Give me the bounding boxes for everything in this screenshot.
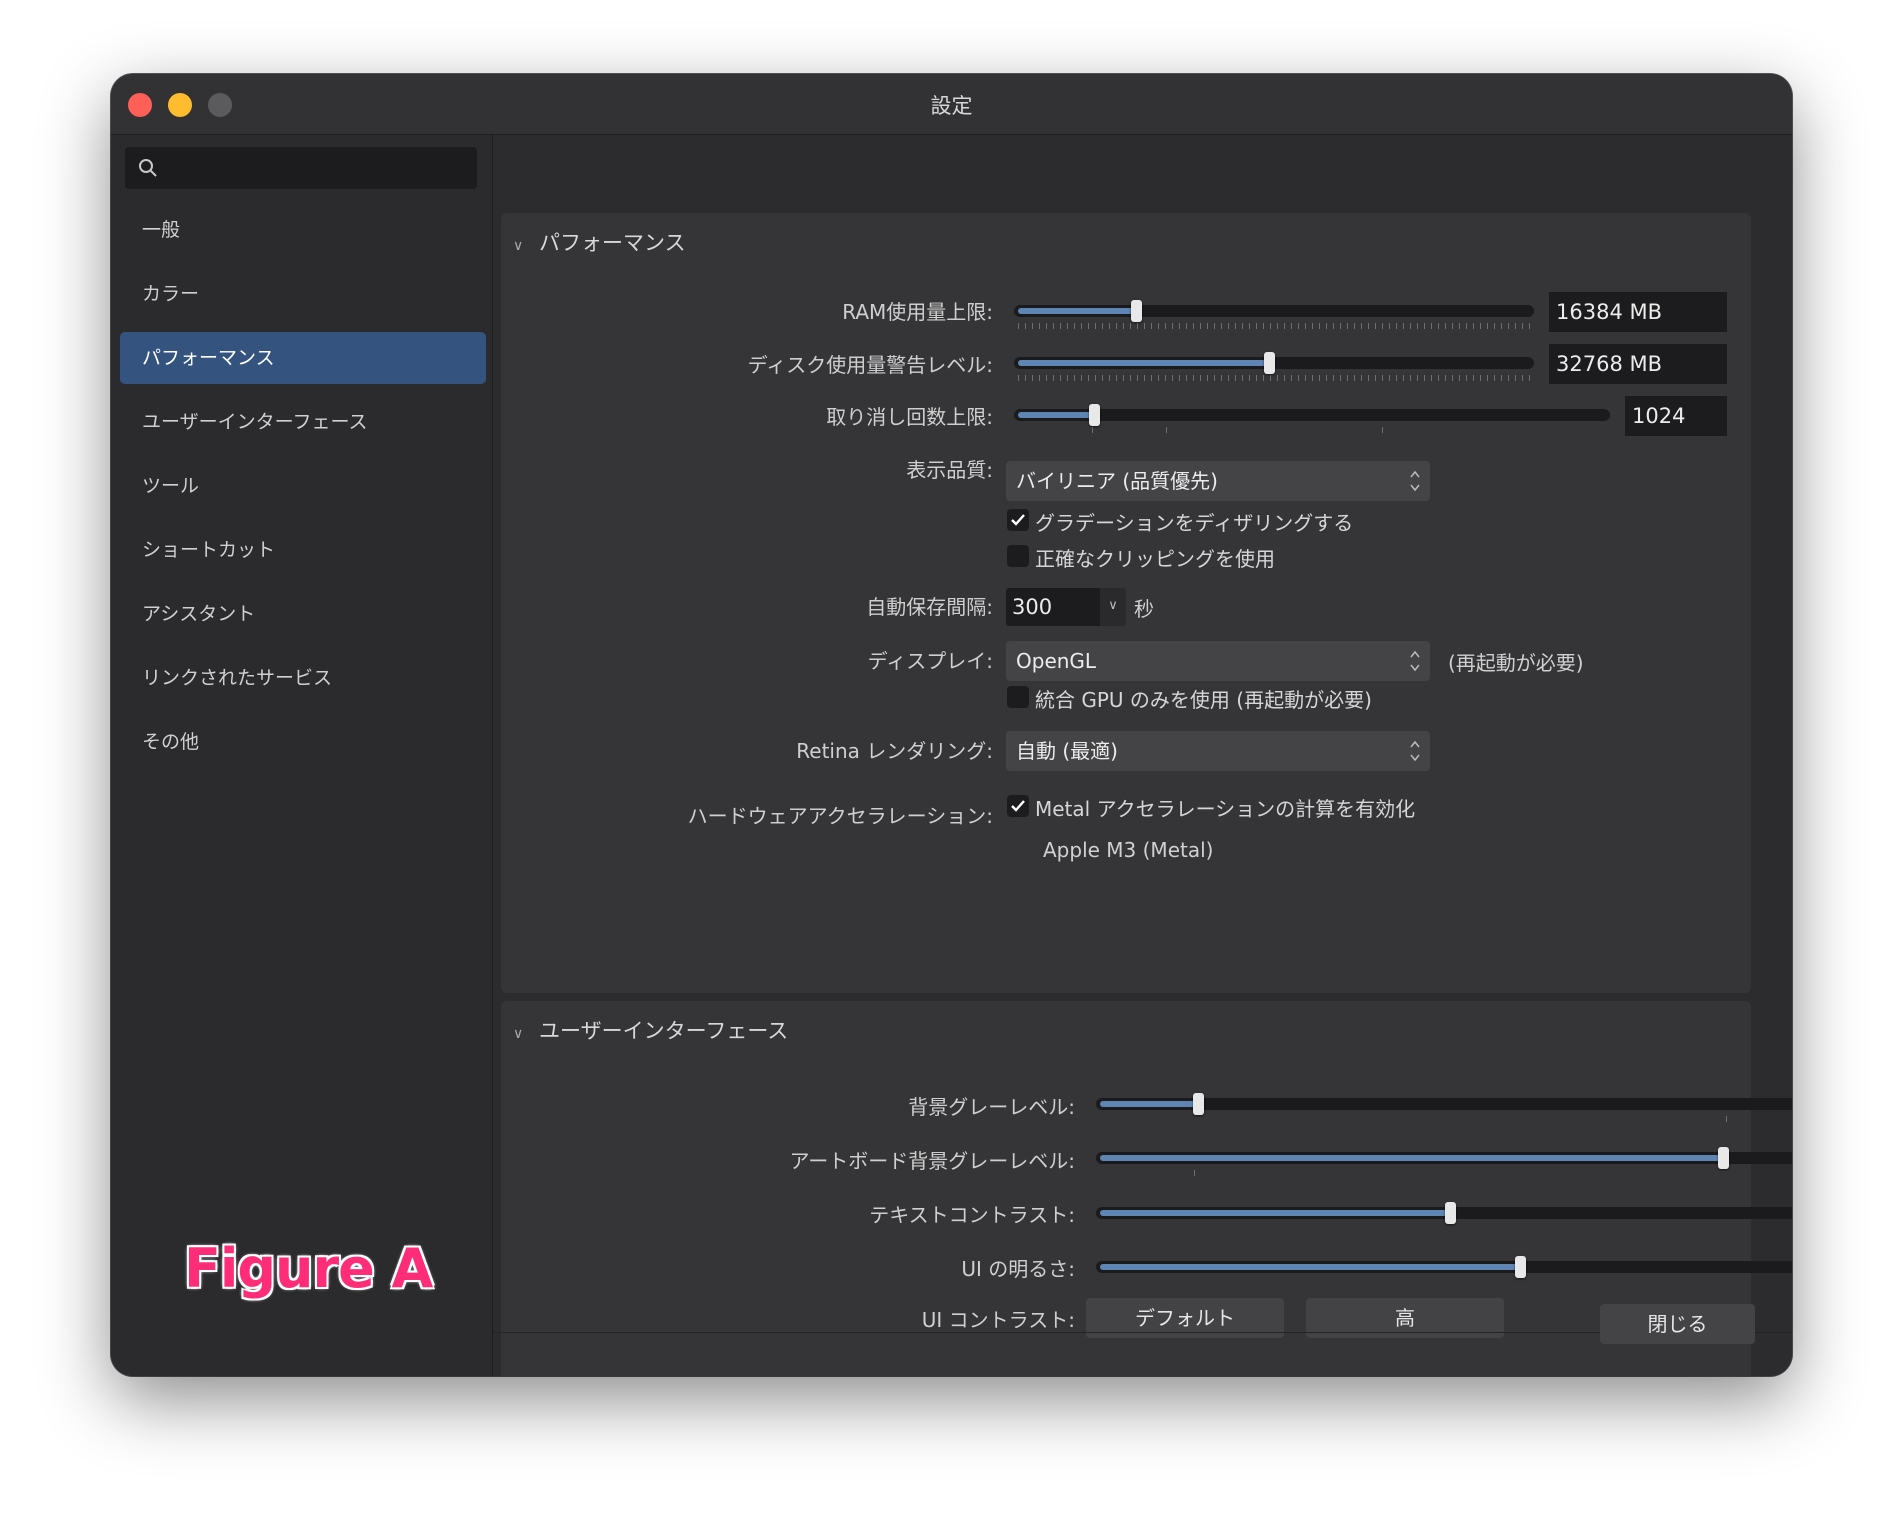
background-gray-label: 背景グレーレベル: — [908, 1095, 1075, 1119]
slider-tick — [1382, 427, 1383, 433]
sidebar-item-linked-services[interactable]: リンクされたサービス — [120, 652, 486, 704]
dither-checkbox[interactable] — [1007, 509, 1029, 531]
metal-acceleration-label[interactable]: Metal アクセラレーションの計算を有効化 — [1035, 793, 1415, 822]
hardware-acceleration-label: ハードウェアアクセラレーション: — [687, 804, 993, 828]
sidebar-item-assistant[interactable]: アシスタント — [120, 588, 486, 640]
slider-tick — [1166, 427, 1167, 433]
checkmark-icon — [1011, 800, 1025, 812]
display-quality-label: 表示品質: — [906, 458, 993, 482]
undo-limit-slider[interactable] — [1014, 404, 1610, 433]
popup-arrows-icon — [1410, 470, 1420, 492]
search-input[interactable] — [125, 147, 477, 189]
performance-section-header[interactable]: ∨ パフォーマンス — [513, 227, 686, 257]
display-label: ディスプレイ: — [867, 649, 993, 673]
metal-acceleration-checkbox[interactable] — [1007, 795, 1029, 817]
integrated-gpu-checkbox[interactable] — [1007, 686, 1029, 708]
autosave-unit: 秒 — [1134, 597, 1154, 621]
sidebar: 一般 カラー パフォーマンス ユーザーインターフェース ツール ショートカット … — [111, 135, 493, 1376]
integrated-gpu-label[interactable]: 統合 GPU のみを使用 (再起動が必要) — [1035, 684, 1372, 713]
slider-fill — [1018, 360, 1269, 366]
popup-arrows-icon — [1410, 740, 1420, 762]
slider-thumb[interactable] — [1089, 404, 1101, 426]
close-button[interactable]: 閉じる — [1600, 1304, 1755, 1344]
slider-tick — [1092, 427, 1093, 433]
user-interface-section-title: ユーザーインターフェース — [539, 1019, 789, 1043]
text-contrast-slider[interactable] — [1096, 1202, 1792, 1224]
slider-thumb[interactable] — [1445, 1202, 1456, 1224]
slider-thumb[interactable] — [1515, 1256, 1526, 1278]
retina-rendering-value: 自動 (最適) — [1016, 739, 1118, 763]
user-interface-section-header[interactable]: ∨ ユーザーインターフェース — [513, 1015, 788, 1045]
slider-thumb[interactable] — [1193, 1093, 1204, 1115]
artboard-gray-slider[interactable] — [1096, 1147, 1792, 1176]
figure-label: Figure A — [184, 1237, 433, 1300]
ui-brightness-slider[interactable] — [1096, 1256, 1792, 1278]
sidebar-item-shortcuts[interactable]: ショートカット — [120, 524, 486, 576]
disk-warning-label: ディスク使用量警告レベル: — [747, 353, 993, 377]
title-bar: 設定 — [111, 74, 1792, 135]
chevron-down-icon: ∨ — [1108, 598, 1118, 613]
display-restart-note: (再起動が必要) — [1448, 651, 1584, 675]
slider-track — [1014, 409, 1610, 421]
ram-limit-slider[interactable] — [1014, 300, 1534, 329]
content-area: ∨ パフォーマンス RAM使用量上限: 16384 MB ディスク使用量警告レベル… — [493, 135, 1792, 1376]
ui-brightness-label: UI の明るさ: — [961, 1257, 1075, 1281]
dither-label[interactable]: グラデーションをディザリングする — [1035, 507, 1353, 536]
slider-tick — [1726, 1116, 1727, 1122]
chevron-down-icon: ∨ — [513, 1026, 524, 1042]
display-quality-value: バイリニア (品質優先) — [1016, 469, 1218, 493]
ui-contrast-label: UI コントラスト: — [921, 1308, 1075, 1332]
display-value: OpenGL — [1016, 649, 1097, 673]
text-contrast-label: テキストコントラスト: — [869, 1203, 1075, 1227]
display-popup[interactable]: OpenGL — [1006, 641, 1430, 681]
sidebar-item-color[interactable]: カラー — [120, 268, 486, 320]
artboard-gray-label: アートボード背景グレーレベル: — [789, 1149, 1075, 1173]
sidebar-item-general[interactable]: 一般 — [120, 204, 486, 256]
sidebar-item-performance[interactable]: パフォーマンス — [120, 332, 486, 384]
popup-arrows-icon — [1410, 650, 1420, 672]
window-title: 設定 — [930, 94, 973, 118]
checkmark-icon — [1011, 514, 1025, 526]
slider-fill — [1100, 1210, 1450, 1216]
slider-tick — [1194, 1170, 1195, 1176]
autosave-dropdown-button[interactable]: ∨ — [1100, 588, 1126, 626]
display-quality-popup[interactable]: バイリニア (品質優先) — [1006, 461, 1430, 501]
settings-window: 設定 一般 カラー パフォーマンス ユーザーインターフェース ツール ショートカ… — [111, 74, 1792, 1376]
accurate-clipping-checkbox[interactable] — [1007, 545, 1029, 567]
search-icon — [139, 159, 157, 177]
chevron-down-icon: ∨ — [513, 238, 524, 254]
retina-rendering-popup[interactable]: 自動 (最適) — [1006, 731, 1430, 771]
disk-warning-value[interactable]: 32768 MB — [1549, 344, 1727, 384]
background-gray-slider[interactable] — [1096, 1093, 1792, 1122]
sidebar-item-user-interface[interactable]: ユーザーインターフェース — [120, 396, 486, 448]
slider-fill — [1100, 1264, 1520, 1270]
slider-thumb[interactable] — [1263, 352, 1275, 374]
gpu-device-name: Apple M3 (Metal) — [1043, 838, 1214, 862]
undo-limit-value[interactable]: 1024 — [1625, 396, 1727, 436]
slider-ticks — [1018, 323, 1530, 329]
autosave-interval-field[interactable]: 300 — [1006, 588, 1100, 626]
ram-limit-value[interactable]: 16384 MB — [1549, 292, 1727, 332]
accurate-clipping-label[interactable]: 正確なクリッピングを使用 — [1035, 543, 1275, 572]
performance-section-title: パフォーマンス — [539, 231, 686, 255]
retina-rendering-label: Retina レンダリング: — [796, 739, 993, 763]
slider-fill — [1100, 1155, 1723, 1161]
sidebar-item-tools[interactable]: ツール — [120, 460, 486, 512]
disk-warning-slider[interactable] — [1014, 352, 1534, 381]
slider-fill — [1018, 412, 1095, 418]
sidebar-item-other[interactable]: その他 — [120, 716, 486, 768]
ram-limit-label: RAM使用量上限: — [842, 300, 993, 324]
autosave-interval-label: 自動保存間隔: — [866, 595, 993, 619]
footer-divider — [493, 1332, 1792, 1333]
undo-limit-label: 取り消し回数上限: — [826, 405, 993, 429]
slider-fill — [1100, 1101, 1198, 1107]
slider-thumb[interactable] — [1130, 300, 1142, 322]
slider-thumb[interactable] — [1718, 1147, 1729, 1169]
slider-ticks — [1018, 375, 1530, 381]
slider-fill — [1018, 308, 1136, 314]
